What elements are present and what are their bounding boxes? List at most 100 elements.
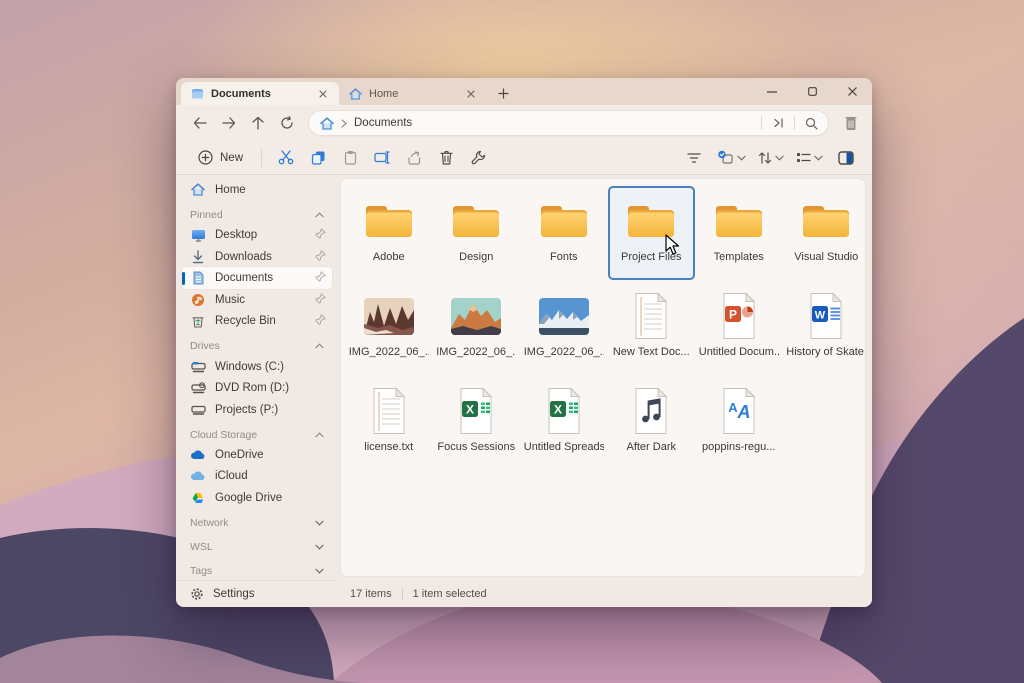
folder-icon bbox=[801, 195, 851, 247]
sidebar-item-windows-c[interactable]: Windows (C:) bbox=[182, 356, 332, 378]
pin-icon[interactable] bbox=[315, 250, 326, 264]
tab-documents[interactable]: Documents bbox=[181, 82, 339, 105]
file-label: History of Skate... bbox=[786, 346, 866, 358]
file-item-history-of-skate[interactable]: W History of Skate... bbox=[783, 281, 866, 375]
image-thumbnail bbox=[538, 290, 589, 342]
file-item-design[interactable]: Design bbox=[433, 186, 521, 280]
address-bar[interactable]: Documents bbox=[308, 110, 829, 136]
file-item-fonts[interactable]: Fonts bbox=[520, 186, 608, 280]
delete-button[interactable] bbox=[431, 145, 461, 171]
gear-icon bbox=[191, 588, 203, 600]
minimize-button[interactable] bbox=[752, 78, 792, 105]
image-thumbnail bbox=[451, 290, 502, 342]
sidebar-label: Projects (P:) bbox=[215, 403, 279, 416]
tab-home[interactable]: Home bbox=[339, 82, 487, 105]
go-to-end-button[interactable] bbox=[765, 112, 791, 134]
section-header-pinned[interactable]: Pinned bbox=[182, 206, 332, 225]
maximize-button[interactable] bbox=[792, 78, 832, 105]
file-label: IMG_2022_06_... bbox=[436, 346, 517, 358]
copy-button[interactable] bbox=[303, 145, 333, 171]
sidebar-item-downloads[interactable]: Downloads bbox=[182, 246, 332, 268]
section-header-cloud-storage[interactable]: Cloud Storage bbox=[182, 425, 332, 444]
filter-button[interactable] bbox=[679, 145, 709, 171]
pin-icon[interactable] bbox=[315, 228, 326, 242]
divider bbox=[261, 148, 263, 167]
pin-icon[interactable] bbox=[315, 271, 326, 285]
folder-icon bbox=[451, 195, 501, 247]
svg-text:A: A bbox=[736, 402, 750, 422]
file-item-img3[interactable]: IMG_2022_06_... bbox=[520, 281, 608, 375]
file-item-focus-sessions[interactable]: X Focus Sessions bbox=[433, 376, 521, 470]
cut-button[interactable] bbox=[271, 145, 301, 171]
properties-wrench-button[interactable] bbox=[463, 145, 493, 171]
icloud-icon bbox=[190, 471, 206, 481]
rename-button[interactable] bbox=[367, 145, 397, 171]
section-header-network[interactable]: Network bbox=[182, 514, 332, 533]
search-button[interactable] bbox=[798, 112, 824, 134]
file-item-poppins-font[interactable]: A A poppins-regu... bbox=[695, 376, 783, 470]
file-item-untitled-presentation[interactable]: P Untitled Docum... bbox=[695, 281, 783, 375]
file-label: Focus Sessions bbox=[437, 441, 516, 453]
sidebar-label: OneDrive bbox=[215, 448, 264, 461]
sidebar-item-music[interactable]: Music bbox=[182, 289, 332, 311]
close-window-button[interactable] bbox=[832, 78, 872, 105]
file-item-adobe[interactable]: Adobe bbox=[345, 186, 433, 280]
section-header-wsl[interactable]: WSL bbox=[182, 538, 332, 557]
file-label: IMG_2022_06_... bbox=[348, 346, 429, 358]
file-item-img1[interactable]: IMG_2022_06_... bbox=[345, 281, 433, 375]
text-file-icon bbox=[632, 290, 670, 342]
tab-label: Home bbox=[369, 87, 399, 100]
sidebar-item-desktop[interactable]: Desktop bbox=[182, 224, 332, 246]
sidebar-item-dvd-d[interactable]: DVD Rom (D:) bbox=[182, 377, 332, 399]
share-button[interactable] bbox=[399, 145, 429, 171]
navigation-sidebar: Home Pinned Desktop Downloads Documents … bbox=[176, 175, 338, 580]
tab-label: Documents bbox=[211, 87, 271, 100]
sidebar-item-recycle-bin[interactable]: Recycle Bin bbox=[182, 310, 332, 332]
settings-button[interactable]: Settings bbox=[176, 580, 338, 607]
file-label: IMG_2022_06_... bbox=[523, 346, 604, 358]
settings-label: Settings bbox=[213, 588, 255, 600]
recycle-bin-shortcut-icon[interactable] bbox=[837, 110, 864, 136]
sidebar-item-onedrive[interactable]: OneDrive bbox=[182, 444, 332, 466]
files-app-icon bbox=[192, 89, 203, 99]
section-label: WSL bbox=[190, 540, 213, 553]
sidebar-label: Windows (C:) bbox=[215, 360, 285, 373]
sidebar-item-documents[interactable]: Documents bbox=[182, 267, 332, 289]
file-item-templates[interactable]: Templates bbox=[695, 186, 783, 280]
forward-button[interactable] bbox=[215, 110, 242, 136]
section-header-drives[interactable]: Drives bbox=[182, 337, 332, 356]
sort-button[interactable] bbox=[753, 145, 789, 171]
pin-icon[interactable] bbox=[315, 293, 326, 307]
pin-icon[interactable] bbox=[315, 314, 326, 328]
layout-button[interactable] bbox=[791, 145, 828, 171]
tab-strip: Documents Home bbox=[176, 78, 872, 105]
file-item-img2[interactable]: IMG_2022_06_... bbox=[433, 281, 521, 375]
tab-close-icon[interactable] bbox=[463, 86, 479, 102]
file-item-untitled-spreadsheet[interactable]: X Untitled Spreads... bbox=[520, 376, 608, 470]
section-header-tags[interactable]: Tags bbox=[182, 561, 332, 580]
paste-button[interactable] bbox=[335, 145, 365, 171]
preview-pane-toggle[interactable] bbox=[831, 145, 861, 171]
new-tab-button[interactable] bbox=[491, 82, 515, 104]
file-item-visual-studio[interactable]: Visual Studio bbox=[783, 186, 866, 280]
refresh-button[interactable] bbox=[273, 110, 300, 136]
up-button[interactable] bbox=[244, 110, 271, 136]
file-item-new-text-doc[interactable]: New Text Doc... bbox=[608, 281, 696, 375]
new-button[interactable]: New bbox=[188, 145, 253, 171]
file-grid: Adobe Design Fonts Project Files Templat… bbox=[345, 186, 865, 470]
file-item-after-dark[interactable]: After Dark bbox=[608, 376, 696, 470]
file-label: Design bbox=[459, 251, 494, 263]
file-item-project-files[interactable]: Project Files bbox=[607, 186, 695, 280]
selection-options-button[interactable] bbox=[712, 145, 751, 171]
sidebar-item-home[interactable]: Home bbox=[182, 179, 332, 201]
file-item-license-txt[interactable]: license.txt bbox=[345, 376, 433, 470]
sidebar-item-google-drive[interactable]: Google Drive bbox=[182, 487, 332, 509]
sidebar-item-projects-p[interactable]: Projects (P:) bbox=[182, 399, 332, 421]
file-label: Adobe bbox=[372, 251, 405, 263]
chevron-up-icon bbox=[315, 432, 324, 438]
sidebar-item-icloud[interactable]: iCloud bbox=[182, 466, 332, 488]
sidebar-label: Home bbox=[215, 183, 246, 196]
back-button[interactable] bbox=[186, 110, 213, 136]
layout-list-icon bbox=[797, 153, 811, 162]
tab-close-icon[interactable] bbox=[315, 86, 331, 102]
